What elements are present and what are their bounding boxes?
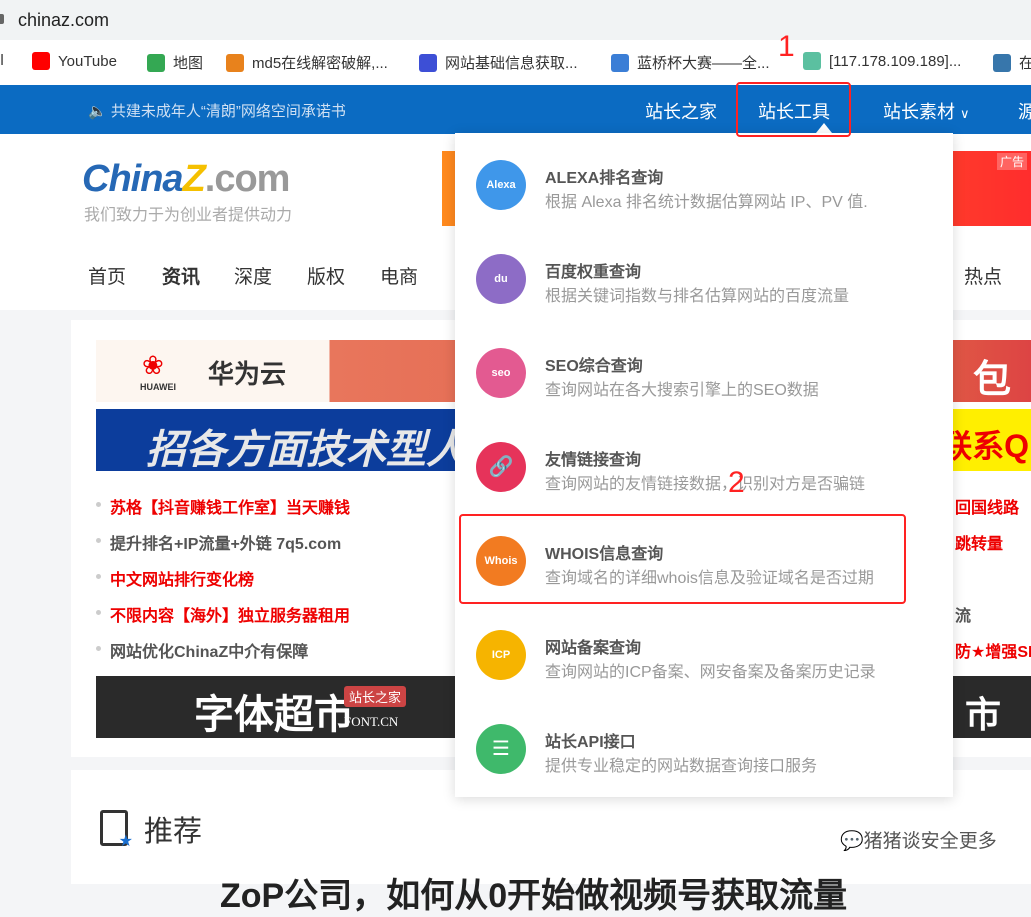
top-nav: 🔈 共建未成年人“清朗”网络空间承诺书 站长之家 站长工具 站长素材 ∨ 源: [0, 85, 1031, 134]
bookmark-label: md5在线解密破解,...: [252, 55, 388, 72]
huawei-en: HUAWEI: [140, 382, 176, 392]
ad-link[interactable]: 网站优化ChinaZ中介有保障: [95, 638, 308, 662]
watermark: 💬猪猪谈安全更多: [840, 831, 997, 852]
channel-home[interactable]: 首页: [88, 262, 126, 289]
api-sliders-icon: ☰: [476, 724, 526, 774]
nav-label: 站长素材: [883, 102, 955, 122]
menu-item-desc: 查询网站的友情链接数据，识别对方是否骗链: [545, 476, 866, 493]
icp-icon: ICP: [476, 630, 526, 680]
channel-ecommerce[interactable]: 电商: [380, 262, 418, 289]
chinaz-logo[interactable]: ChinaZ.com: [82, 158, 290, 201]
bookmark-item[interactable]: 网站基础信息获取...: [419, 52, 578, 73]
seo-icon: seo: [476, 348, 526, 398]
bookmark-item[interactable]: 地图: [147, 52, 203, 73]
banner-right-text: 市: [964, 694, 1001, 735]
bookmark-label: il: [0, 52, 4, 69]
font-market-text: 字体超市: [194, 693, 354, 737]
bookmark-label: 地图: [173, 55, 204, 72]
annotation-number: 1: [778, 30, 795, 63]
menu-item-desc: 提供专业稳定的网站数据查询接口服务: [545, 758, 818, 775]
recommend-title: 推荐: [144, 816, 203, 848]
nav-zhanzhang-materials[interactable]: 站长素材 ∨: [883, 98, 970, 124]
annotation-box-whois: [459, 514, 906, 604]
menu-item-desc: 根据关键词指数与排名估算网站的百度流量: [545, 288, 850, 305]
menu-item-friend-links[interactable]: 🔗 友情链接查询查询网站的友情链接数据，识别对方是否骗链: [455, 422, 953, 516]
bookmark-item[interactable]: [117.178.109.189]...: [803, 52, 961, 70]
menu-item-icp[interactable]: ICP 网站备案查询查询网站的ICP备案、网安备案及备案历史记录: [455, 610, 953, 704]
recommend-headline[interactable]: ZoP公司，如何从0开始做视频号获取流量: [220, 868, 847, 917]
notice-link[interactable]: 🔈 共建未成年人“清朗”网络空间承诺书: [88, 100, 346, 121]
channel-news[interactable]: 资讯: [162, 262, 200, 289]
ad-link[interactable]: 提升排名+IP流量+外链 7q5.com: [95, 530, 341, 554]
url-text: chinaz.com: [18, 10, 110, 30]
bookmark-item[interactable]: YouTube: [32, 52, 117, 70]
recommend-icon: ★: [100, 810, 133, 850]
menu-item-title: 网站备案查询: [545, 640, 642, 657]
bookmarks-bar: il YouTube 地图 md5在线解密破解,... 网站基础信息获取... 蓝桥杯大赛…: [0, 40, 1031, 85]
bookmark-item[interactable]: 在: [993, 52, 1031, 73]
bookmark-item[interactable]: md5在线解密破解,...: [226, 52, 388, 73]
link-icon: 🔗: [476, 442, 526, 492]
channel-copyright[interactable]: 版权: [307, 262, 345, 289]
maps-icon: [147, 53, 165, 72]
ad-link[interactable]: 跳转量: [955, 530, 1003, 554]
menu-item-seo[interactable]: seo SEO综合查询查询网站在各大搜索引擎上的SEO数据: [455, 328, 953, 422]
menu-item-title: ALEXA排名查询: [545, 170, 664, 187]
banner-right-text: 包: [972, 359, 1011, 401]
lanqiao-icon: [611, 53, 629, 72]
bookmark-item[interactable]: 蓝桥杯大赛——全...: [611, 52, 770, 73]
ad-label: 广告: [996, 153, 1027, 170]
bookmark-label: 网站基础信息获取...: [445, 55, 578, 72]
bookmark-label: YouTube: [58, 52, 117, 70]
python-icon: [993, 53, 1011, 72]
huawei-logo-icon: ❀: [142, 350, 164, 380]
bookmark-item[interactable]: il: [0, 52, 4, 69]
gear-flower-icon: [803, 52, 821, 70]
bookmark-label: 蓝桥杯大赛——全...: [637, 55, 770, 72]
bookmark-label: [117.178.109.189]...: [829, 52, 962, 70]
ad-link[interactable]: 防★增强SE: [955, 638, 1031, 662]
annotation-number: 2: [728, 466, 745, 499]
huawei-text: 华为云: [208, 359, 287, 389]
tools-dropdown-menu: Alexa ALEXA排名查询根据 Alexa 排名统计数据估算网站 IP、PV …: [455, 133, 953, 797]
nav-zhanzhang-home[interactable]: 站长之家: [645, 98, 717, 124]
ad-link[interactable]: 回国线路: [955, 494, 1019, 518]
channel-hot[interactable]: 热点: [964, 262, 1002, 289]
notice-text: 共建未成年人“清朗”网络空间承诺书: [110, 103, 346, 120]
menu-item-title: 百度权重查询: [545, 264, 642, 281]
font-url: FONT.CN: [344, 714, 399, 729]
menu-item-api[interactable]: ☰ 站长API接口提供专业稳定的网站数据查询接口服务: [455, 704, 953, 798]
font-tag: 站长之家: [344, 686, 407, 707]
ad-link[interactable]: 不限内容【海外】独立服务器租用: [95, 602, 350, 626]
menu-item-alexa[interactable]: Alexa ALEXA排名查询根据 Alexa 排名统计数据估算网站 IP、PV …: [455, 140, 953, 234]
menu-item-desc: 根据 Alexa 排名统计数据估算网站 IP、PV 值.: [545, 194, 868, 211]
youtube-icon: [32, 52, 50, 70]
ts-icon: [419, 53, 437, 72]
recruit-text: 招各方面技术型人: [146, 428, 466, 472]
slogan: 我们致力于为创业者提供动力: [84, 207, 293, 224]
chevron-down-icon: ∨: [960, 106, 970, 121]
bookmark-label: 在: [1019, 55, 1031, 72]
annotation-box-tools: [736, 82, 851, 137]
channel-depth[interactable]: 深度: [234, 262, 272, 289]
menu-item-baidu-weight[interactable]: du 百度权重查询根据关键词指数与排名估算网站的百度流量: [455, 234, 953, 328]
ad-link[interactable]: 中文网站排行变化榜: [95, 566, 254, 590]
menu-item-title: 站长API接口: [545, 734, 636, 751]
menu-item-desc: 查询网站的ICP备案、网安备案及备案历史记录: [545, 664, 876, 681]
baidu-paw-icon: du: [476, 254, 526, 304]
nav-source[interactable]: 源: [1018, 98, 1031, 124]
menu-item-title: 友情链接查询: [545, 452, 642, 469]
ad-link[interactable]: 苏格【抖音赚钱工作室】当天赚钱: [95, 494, 350, 518]
menu-item-title: SEO综合查询: [545, 358, 643, 375]
md5-icon: [226, 53, 244, 72]
ad-link[interactable]: 流: [955, 602, 971, 626]
lock-icon: [0, 14, 4, 24]
banner-right-text: 联系Q: [940, 428, 1029, 464]
address-bar[interactable]: chinaz.com: [0, 0, 1031, 40]
menu-item-desc: 查询网站在各大搜索引擎上的SEO数据: [545, 382, 819, 399]
alexa-icon: Alexa: [476, 160, 526, 210]
